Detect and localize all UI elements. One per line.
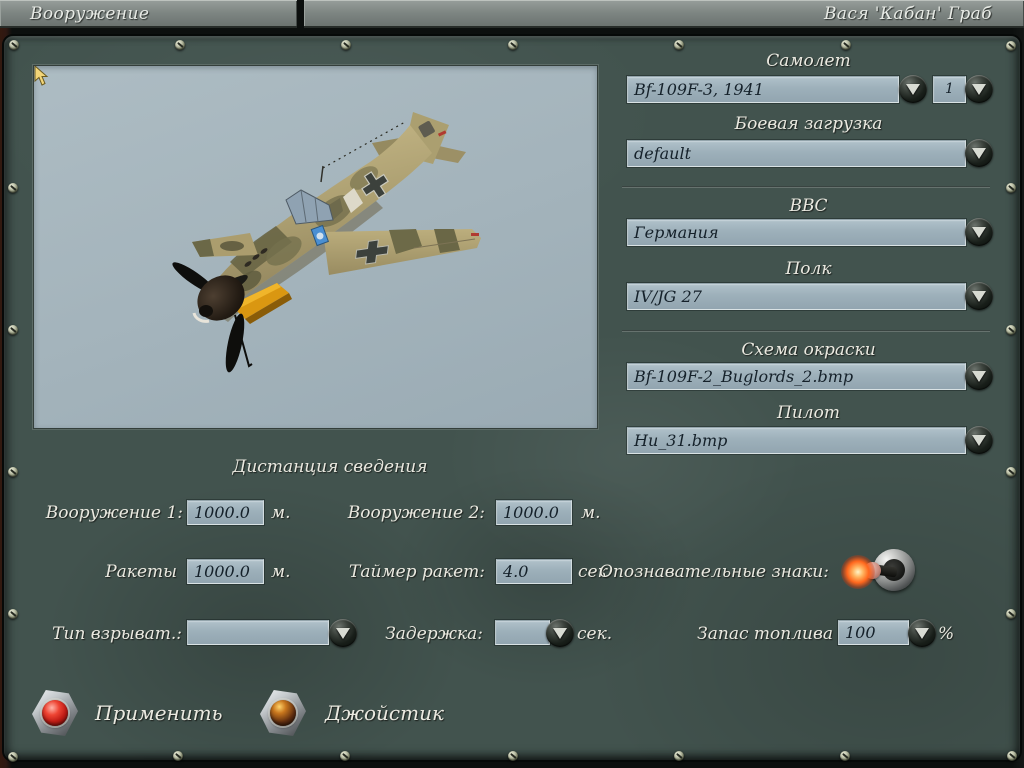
player-name-bar: Вася 'Кабан' Граб <box>304 0 1024 28</box>
fuel-input[interactable] <box>838 620 909 645</box>
apply-button[interactable] <box>32 689 78 737</box>
weapon2-input[interactable] <box>496 500 572 525</box>
fuel-dropdown-icon[interactable] <box>908 619 936 647</box>
aircraft-count-field[interactable]: 1 <box>933 76 966 103</box>
screw-icon <box>175 40 185 50</box>
fuse-type-select[interactable] <box>187 620 329 645</box>
joystick-label: Джойстик <box>325 701 444 725</box>
screw-icon <box>1006 467 1016 477</box>
rockets-unit: м. <box>271 562 291 582</box>
screw-icon <box>173 751 183 761</box>
screw-icon <box>1006 609 1016 619</box>
weapon2-unit: м. <box>581 503 601 523</box>
markings-toggle[interactable] <box>836 548 926 594</box>
convergence-title: Дистанция сведения <box>232 457 428 477</box>
regiment-select[interactable]: IV/JG 27 <box>627 283 966 310</box>
airforce-label: ВВС <box>789 196 828 216</box>
fuel-unit: % <box>938 624 955 644</box>
screw-icon <box>674 751 684 761</box>
cursor-icon <box>34 66 49 86</box>
screw-icon <box>8 467 18 477</box>
screw-icon <box>340 751 350 761</box>
aircraft-preview[interactable] <box>33 65 598 429</box>
regiment-label: Полк <box>785 259 832 279</box>
joystick-button-dome-icon <box>270 700 296 726</box>
divider <box>622 330 990 332</box>
rocket-timer-label: Таймер ракет: <box>349 562 485 582</box>
screw-icon <box>8 609 18 619</box>
aircraft-dropdown-icon[interactable] <box>899 75 927 103</box>
aircraft-count-dropdown-icon[interactable] <box>965 75 993 103</box>
fuel-label: Запас топлива <box>697 624 833 644</box>
weapon1-label: Вооружение 1: <box>45 503 183 523</box>
pilot-skin-select[interactable]: Hu_31.bmp <box>627 427 966 454</box>
screw-icon <box>8 752 18 762</box>
weapon1-unit: м. <box>271 503 291 523</box>
screw-icon <box>1006 183 1016 193</box>
armament-tab-label: Вооружение <box>30 3 150 24</box>
screw-icon <box>341 40 351 50</box>
delay-input[interactable] <box>495 620 550 645</box>
apply-button-dome-icon <box>42 700 68 726</box>
delay-unit: сек. <box>577 624 613 644</box>
screw-icon <box>508 751 518 761</box>
pilot-skin-label: Пилот <box>777 403 840 423</box>
player-name: Вася 'Кабан' Граб <box>823 3 992 24</box>
screw-icon <box>1007 751 1017 761</box>
pilot-skin-dropdown-icon[interactable] <box>965 426 993 454</box>
loadout-label: Боевая загрузка <box>734 114 883 134</box>
fuse-type-dropdown-icon[interactable] <box>329 619 357 647</box>
weapon1-input[interactable] <box>187 500 264 525</box>
markings-label: Опознавательные знаки: <box>599 562 829 582</box>
aircraft-label: Самолет <box>766 51 851 71</box>
loadout-select[interactable]: default <box>627 140 966 167</box>
screw-icon <box>8 325 18 335</box>
airforce-dropdown-icon[interactable] <box>965 218 993 246</box>
screw-icon <box>1006 325 1016 335</box>
rockets-label: Ракеты <box>105 562 177 582</box>
weapon2-label: Вооружение 2: <box>347 503 485 523</box>
fuse-type-label: Тип взрыват.: <box>52 624 182 644</box>
paint-scheme-label: Схема окраски <box>741 340 876 360</box>
regiment-dropdown-icon[interactable] <box>965 282 993 310</box>
aircraft-render <box>172 112 481 373</box>
screw-icon <box>840 751 850 761</box>
joystick-button[interactable] <box>260 689 306 737</box>
screw-icon <box>508 40 518 50</box>
tab-armament[interactable]: Вооружение <box>0 0 297 28</box>
airforce-select[interactable]: Германия <box>627 219 966 246</box>
loadout-dropdown-icon[interactable] <box>965 139 993 167</box>
screw-icon <box>1006 41 1016 51</box>
paint-scheme-select[interactable]: Bf-109F-2_Buglords_2.bmp <box>627 363 966 390</box>
screw-icon <box>674 40 684 50</box>
divider <box>622 186 990 188</box>
aircraft-select[interactable]: Bf-109F-3, 1941 <box>627 76 899 103</box>
screw-icon <box>9 40 19 50</box>
rockets-input[interactable] <box>187 559 264 584</box>
rocket-timer-input[interactable] <box>496 559 572 584</box>
delay-dropdown-icon[interactable] <box>546 619 574 647</box>
paint-scheme-dropdown-icon[interactable] <box>965 362 993 390</box>
screw-icon <box>8 183 18 193</box>
toggle-knob-icon <box>864 562 881 579</box>
apply-label: Применить <box>95 701 223 725</box>
delay-label: Задержка: <box>385 624 483 644</box>
screw-icon <box>841 40 851 50</box>
